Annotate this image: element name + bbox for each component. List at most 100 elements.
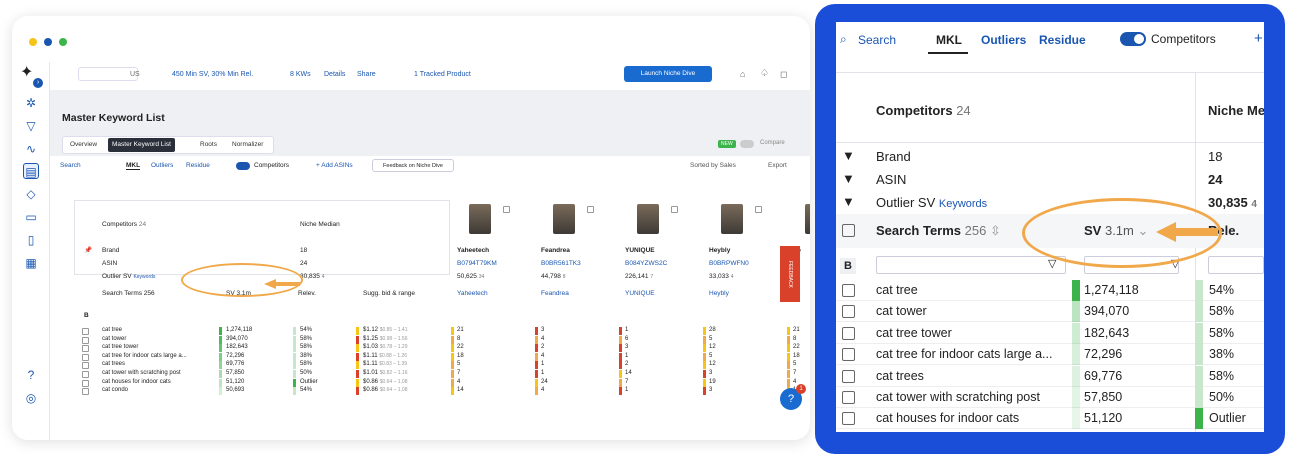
product-col-header[interactable]: Heybly [709,290,729,297]
tab-residue[interactable]: Residue [186,162,210,169]
filter-icon[interactable]: ▽ [23,118,39,134]
kws-button[interactable]: 8 KWs [290,71,311,78]
zoom-row-checkbox[interactable] [842,412,855,426]
segment-overview[interactable]: Overview [66,138,101,152]
zoom-row-checkbox[interactable] [842,305,855,319]
tracked-product-dropdown[interactable]: 1 Tracked Product [414,71,471,78]
comment-icon[interactable]: ⌂ [740,69,745,79]
zoom-row-checkbox[interactable] [842,369,855,383]
user-icon[interactable]: ◎ [23,390,39,406]
zoom-row-checkbox[interactable] [842,284,855,297]
row-checkbox[interactable] [82,336,89,344]
zoom-tab-search[interactable]: Search [858,33,896,47]
zoom-b-label: B [840,258,856,274]
row-sv: 1,274,118 [226,327,253,333]
zoom-rel-bar [1195,344,1203,366]
add-asins-button[interactable]: + Add ASINs [316,162,353,169]
zoom-table-row[interactable]: cat trees 69,776 58% [836,365,1264,387]
zoom-rel-filter-input[interactable] [1208,256,1264,274]
row-rank: 4 [541,387,545,394]
zoom-row-checkbox[interactable] [842,326,855,340]
launch-niche-dive-button[interactable]: Launch Niche Dive [624,66,712,82]
zoom-table-row[interactable]: cat houses for indoor cats 51,120 Outlier [836,408,1264,430]
zoom-tab-mkl[interactable]: MKL [936,33,962,47]
help-icon[interactable]: ? [23,367,39,383]
row-rank: 4 [793,378,797,385]
product-col-header[interactable]: YUNIQUE [625,290,655,297]
expand-icon[interactable]: › [33,78,43,88]
product-checkbox[interactable] [671,206,678,213]
row-checkbox[interactable] [82,345,89,353]
monitor-icon[interactable]: ▭ [23,209,39,225]
feedback-button[interactable]: Feedback on Niche Dive [372,159,454,172]
sv-bar [219,361,222,370]
product-asin[interactable]: B0794T79KM [457,260,497,267]
chat-icon[interactable]: ◻ [780,69,787,80]
zoom-table-row[interactable]: cat tree 1,274,118 54% [836,280,1264,301]
zoom-sv-bar [1072,387,1080,408]
product-sv-value: 50,625 [457,273,477,280]
tag-icon[interactable]: ◇ [23,186,39,202]
product-asin[interactable]: B0BRPWFN0 [709,260,749,267]
compare-toggle[interactable] [740,140,754,148]
zoom-term-filter-input[interactable] [876,256,1066,274]
row-checkbox[interactable] [82,379,89,387]
zoom-row-checkbox[interactable] [842,348,855,362]
zoom-table-row[interactable]: cat tower with scratching post 57,850 50% [836,387,1264,408]
product-checkbox[interactable] [503,206,510,213]
zoom-tab-outliers[interactable]: Outliers [981,33,1026,47]
zoom-competitors-toggle[interactable] [1120,32,1146,46]
zoom-search-icon[interactable]: ⌕ [840,32,847,47]
rank-bar [703,352,706,361]
product-col-header[interactable]: Yaheetech [457,290,488,297]
pulse-icon[interactable]: ∿ [23,141,39,157]
details-link[interactable]: Details [324,71,345,78]
zoom-table-row[interactable]: cat tree for indoor cats large a... 72,29… [836,344,1264,366]
row-checkbox[interactable] [82,371,89,378]
row-checkbox[interactable] [82,362,89,370]
zoom-tab-residue[interactable]: Residue [1039,33,1086,47]
document-icon[interactable]: ▯ [23,232,39,248]
product-checkbox[interactable] [587,206,594,213]
product-checkbox[interactable] [755,206,762,213]
filters-button[interactable]: 450 Min SV, 30% Min Rel. [172,71,253,78]
tab-outliers[interactable]: Outliers [151,162,173,169]
segment-master-keyword-list[interactable]: Master Keyword List [108,138,175,152]
zoom-pin-icon-2[interactable]: ▼ [842,171,855,186]
feedback-side-tab[interactable]: FEEDBACK [780,246,800,302]
zoom-row-checkbox[interactable] [842,391,855,404]
share-link[interactable]: Share [357,71,376,78]
tab-search[interactable]: Search [60,162,81,169]
marketplace-select[interactable] [78,67,138,81]
zoom-select-all-checkbox[interactable] [842,224,855,237]
export-button[interactable]: Export [768,162,787,169]
pin-icon[interactable]: 📌 [84,246,92,254]
zoom-add-button[interactable]: + [1254,30,1263,47]
product-col-header[interactable]: Feandrea [541,290,569,297]
bid-header[interactable]: Sugg. bid & range [363,290,415,297]
zoom-pin-icon[interactable]: ▼ [842,148,855,163]
product-asin[interactable]: B084YZWS2C [625,260,667,267]
sort-dropdown[interactable]: Sorted by Sales [690,162,736,169]
rel-header[interactable]: Relev. [298,290,316,297]
segment-normalizer[interactable]: Normalizer [228,138,267,152]
bell-icon[interactable]: ♤ [760,68,769,79]
zoom-table-row[interactable]: cat tower 394,070 58% [836,301,1264,323]
calendar-icon[interactable]: ▦ [23,255,39,271]
row-bid-range: $0.83 – 1.39 [379,361,408,368]
competitors-toggle[interactable] [236,162,250,170]
segment-roots[interactable]: Roots [196,138,221,152]
list-icon[interactable]: ▤ [23,163,39,179]
zoom-pin-icon-3[interactable]: ▼ [842,194,855,209]
zoom-search-terms-header[interactable]: Search Terms 256 ⇳ [876,223,1001,239]
zoom-row-sv: 51,120 [1084,411,1123,426]
zoom-row-term: cat trees [876,368,924,383]
row-checkbox[interactable] [82,328,89,335]
row-checkbox[interactable] [82,353,89,361]
tab-mkl[interactable]: MKL [126,162,141,170]
search-terms-header[interactable]: Search Terms 256 [102,290,155,297]
sparkle-icon[interactable]: ✲ [23,95,39,111]
zoom-table-row[interactable]: cat tree tower 182,643 58% [836,322,1264,344]
row-checkbox[interactable] [82,388,89,396]
product-asin[interactable]: B0BR561TK3 [541,260,581,267]
